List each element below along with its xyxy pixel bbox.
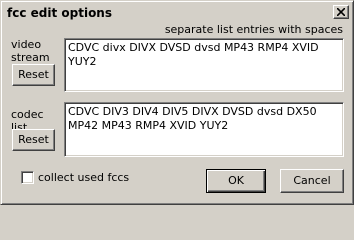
codec-reset-button[interactable]: Reset <box>12 129 55 151</box>
fcc-edit-options-dialog: fcc edit options separate list entries w… <box>0 0 354 205</box>
collect-used-fccs-label[interactable]: collect used fccs <box>38 171 129 184</box>
close-button[interactable] <box>333 5 349 19</box>
video-stream-reset-label: Reset <box>18 68 49 81</box>
ok-button[interactable]: OK <box>206 169 266 193</box>
separator-hint: separate list entries with spaces <box>164 23 343 36</box>
video-stream-list-field[interactable]: CDVC divx DIVX DVSD dvsd MP43 RMP4 XVID … <box>64 38 344 92</box>
title-bar[interactable]: fcc edit options <box>4 4 350 22</box>
codec-list-field[interactable]: CDVC DIV3 DIV4 DIV5 DIVX DVSD dvsd DX50 … <box>64 102 344 157</box>
cancel-label: Cancel <box>293 174 331 187</box>
close-icon <box>337 8 345 16</box>
cancel-button[interactable]: Cancel <box>280 169 344 193</box>
window-title: fcc edit options <box>7 6 112 20</box>
ok-label: OK <box>228 174 244 187</box>
collect-used-fccs-checkbox[interactable] <box>21 171 34 184</box>
codec-reset-label: Reset <box>18 133 49 146</box>
video-stream-reset-button[interactable]: Reset <box>12 64 55 86</box>
